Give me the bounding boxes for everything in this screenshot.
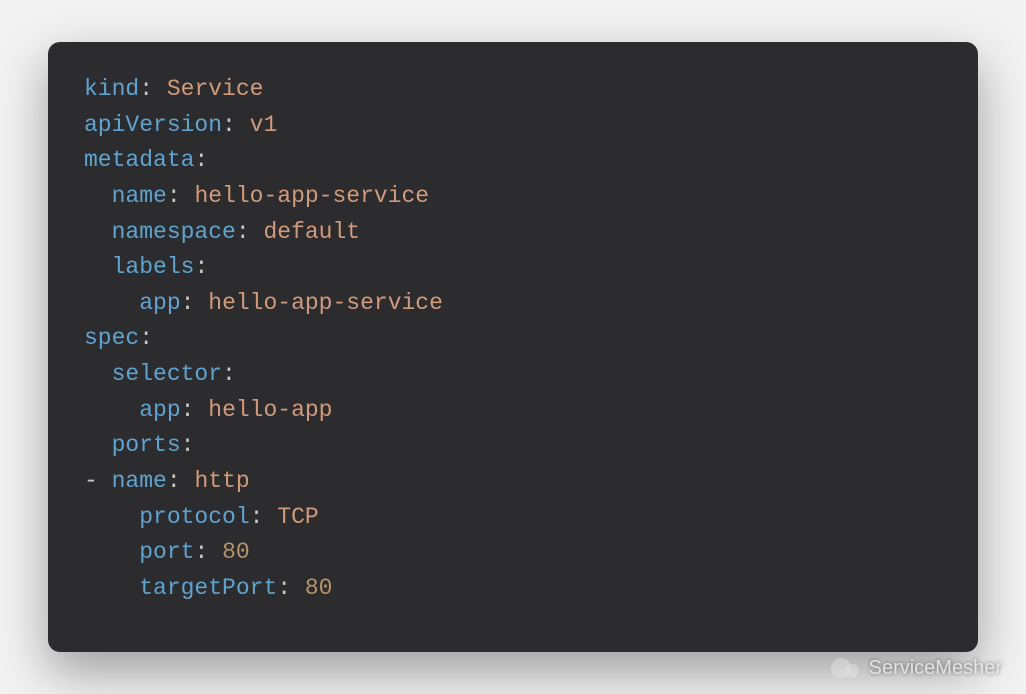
yaml-value: hello-app — [208, 397, 332, 423]
code-line: app: hello-app — [84, 397, 333, 423]
watermark: ServiceMesher — [831, 656, 1002, 680]
yaml-value: hello-app-service — [208, 290, 443, 316]
code-line: app: hello-app-service — [84, 290, 443, 316]
yaml-key: selector — [112, 361, 222, 387]
yaml-value: TCP — [277, 504, 318, 530]
code-line: kind: Service — [84, 76, 263, 102]
code-line: protocol: TCP — [84, 504, 319, 530]
yaml-key: app — [139, 397, 180, 423]
code-card: kind: Service apiVersion: v1 metadata: n… — [48, 42, 978, 652]
code-line: targetPort: 80 — [84, 575, 332, 601]
yaml-value: http — [194, 468, 249, 494]
yaml-key: labels — [112, 254, 195, 280]
yaml-key: apiVersion — [84, 112, 222, 138]
code-line: - name: http — [84, 468, 250, 494]
yaml-key: name — [112, 183, 167, 209]
code-line: port: 80 — [84, 539, 250, 565]
code-line: apiVersion: v1 — [84, 112, 277, 138]
code-line: namespace: default — [84, 219, 360, 245]
yaml-value: 80 — [222, 539, 250, 565]
yaml-value: 80 — [305, 575, 333, 601]
yaml-value: Service — [167, 76, 264, 102]
yaml-key: name — [112, 468, 167, 494]
code-line: ports: — [84, 432, 194, 458]
yaml-value: v1 — [250, 112, 278, 138]
code-line: labels: — [84, 254, 208, 280]
code-line: selector: — [84, 361, 236, 387]
yaml-key: namespace — [112, 219, 236, 245]
code-line: spec: — [84, 325, 153, 351]
yaml-key: spec — [84, 325, 139, 351]
wechat-icon — [831, 656, 861, 680]
yaml-key: app — [139, 290, 180, 316]
yaml-value: hello-app-service — [194, 183, 429, 209]
yaml-key: kind — [84, 76, 139, 102]
code-line: metadata: — [84, 147, 208, 173]
yaml-key: metadata — [84, 147, 194, 173]
yaml-key: targetPort — [139, 575, 277, 601]
yaml-key: protocol — [139, 504, 249, 530]
yaml-key: ports — [112, 432, 181, 458]
code-line: name: hello-app-service — [84, 183, 429, 209]
yaml-code-block: kind: Service apiVersion: v1 metadata: n… — [84, 72, 942, 607]
yaml-key: port — [139, 539, 194, 565]
watermark-text: ServiceMesher — [869, 657, 1002, 680]
yaml-value: default — [263, 219, 360, 245]
